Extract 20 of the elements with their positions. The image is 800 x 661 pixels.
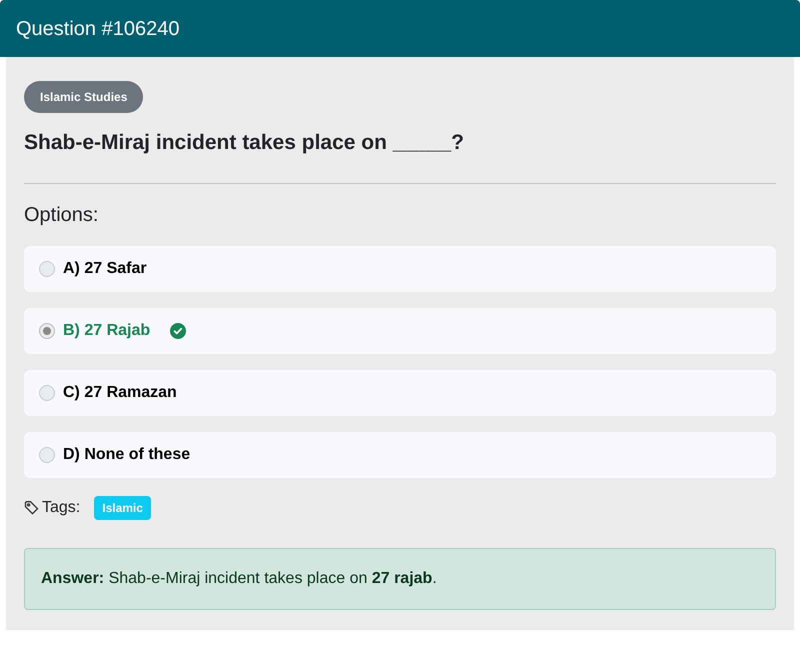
option-label: B) 27 Rajab: [63, 320, 150, 340]
question-title: Question #106240: [16, 16, 180, 42]
check-circle-icon: [170, 322, 186, 338]
option-row[interactable]: B) 27 Rajab: [24, 308, 776, 354]
tags-label: Tags:: [42, 498, 80, 518]
option-row[interactable]: A) 27 Safar: [24, 246, 776, 292]
options-heading: Options:: [24, 202, 100, 228]
radio-button[interactable]: [39, 260, 55, 276]
radio-button[interactable]: [39, 384, 55, 400]
option-label: C) 27 Ramazan: [63, 382, 177, 402]
option-label: D) None of these: [63, 444, 190, 464]
option-row[interactable]: C) 27 Ramazan: [24, 370, 776, 416]
answer-box: Answer: Shab-e-Miraj incident takes place on 27 rajab.: [24, 548, 776, 610]
radio-button[interactable]: [39, 446, 55, 462]
question-text: Shab-e-Miraj incident takes place on _____?: [24, 130, 465, 156]
tag-icon: [24, 500, 40, 516]
category-badge: Islamic Studies: [24, 81, 144, 113]
radio-button[interactable]: [39, 322, 55, 338]
option-row[interactable]: D) None of these: [24, 432, 776, 478]
option-label: A) 27 Safar: [63, 258, 147, 278]
